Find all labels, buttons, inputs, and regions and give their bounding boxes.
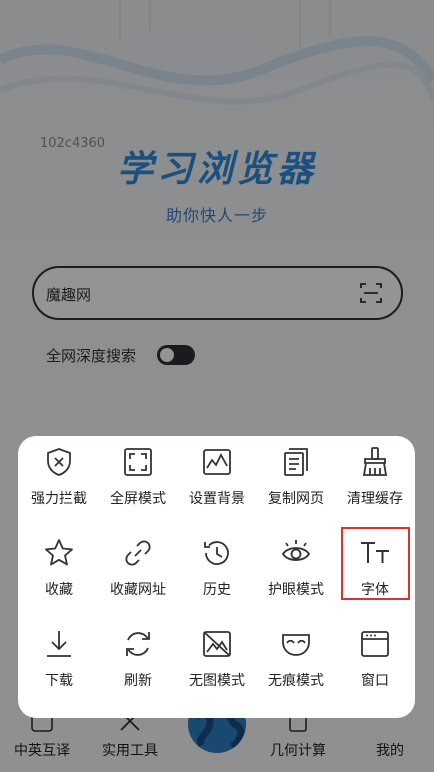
menu-item-strong-block[interactable]: 强力拦截 [19, 436, 99, 524]
link-icon [125, 540, 151, 566]
menu-item-label: 清理缓存 [347, 491, 403, 507]
fullscreen-icon [124, 448, 152, 476]
star-icon [45, 539, 73, 566]
no-image-icon [203, 631, 231, 657]
menu-item-history[interactable]: 历史 [177, 527, 257, 615]
menu-item-clear-cache[interactable]: 清理缓存 [335, 436, 415, 524]
background-image-icon [203, 449, 231, 475]
eye-icon [281, 540, 311, 561]
menu-item-refresh[interactable]: 刷新 [98, 618, 178, 706]
font-item-highlight-box [341, 527, 410, 600]
menu-item-no-image[interactable]: 无图模式 [177, 618, 257, 706]
menu-item-label: 无痕模式 [268, 673, 324, 689]
menu-item-eye-care[interactable]: 护眼模式 [256, 527, 336, 615]
brush-clean-icon [362, 447, 388, 476]
menu-item-download[interactable]: 下载 [19, 618, 99, 706]
shield-block-icon [47, 448, 71, 476]
menu-item-copy-page[interactable]: 复制网页 [256, 436, 336, 524]
menu-item-label: 复制网页 [268, 491, 324, 507]
menu-item-label: 窗口 [361, 673, 389, 689]
menu-item-label: 历史 [203, 582, 231, 598]
menu-item-fullscreen[interactable]: 全屏模式 [98, 436, 178, 524]
menu-item-label: 收藏网址 [110, 582, 166, 598]
copy-page-icon [284, 448, 308, 476]
menu-item-label: 全屏模式 [110, 491, 166, 507]
history-icon [204, 541, 229, 565]
menu-item-favorite[interactable]: 收藏 [19, 527, 99, 615]
menu-item-label: 刷新 [124, 673, 152, 689]
menu-item-set-background[interactable]: 设置背景 [177, 436, 257, 524]
menu-item-window[interactable]: 窗口 [335, 618, 415, 706]
menu-item-favorite-url[interactable]: 收藏网址 [98, 527, 178, 615]
menu-item-incognito[interactable]: 无痕模式 [256, 618, 336, 706]
menu-item-label: 收藏 [45, 582, 73, 598]
download-icon [47, 631, 71, 657]
menu-item-label: 设置背景 [189, 491, 245, 507]
refresh-icon [126, 632, 150, 656]
window-icon [361, 631, 389, 657]
menu-item-label: 下载 [45, 673, 73, 689]
menu-item-label: 护眼模式 [268, 582, 324, 598]
menu-item-label: 无图模式 [189, 673, 245, 689]
incognito-mask-icon [282, 634, 310, 656]
menu-item-label: 强力拦截 [31, 491, 87, 507]
